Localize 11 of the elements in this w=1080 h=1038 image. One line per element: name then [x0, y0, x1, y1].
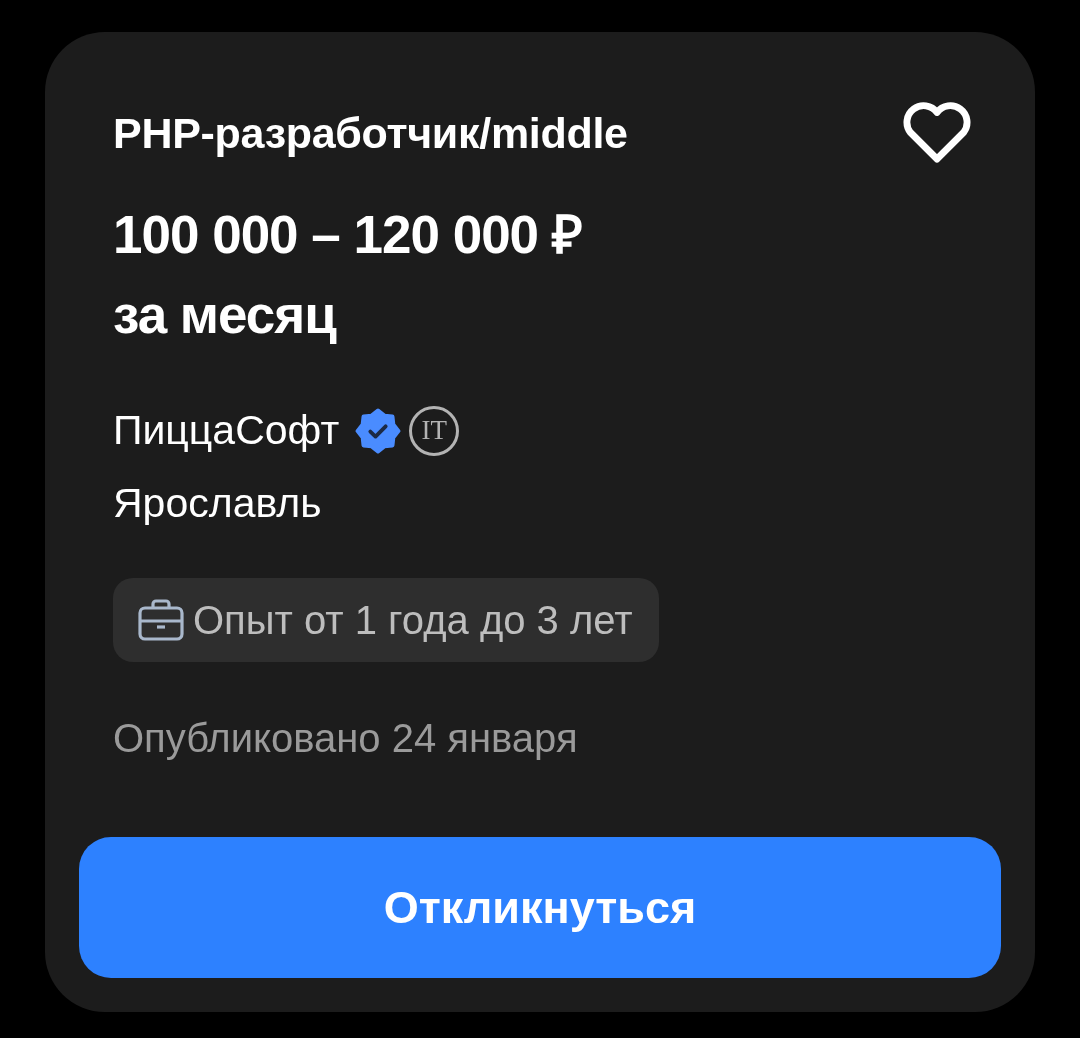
published-date: Опубликовано 24 января: [113, 715, 579, 762]
city-text: Ярославль: [113, 479, 323, 528]
briefcase-icon: [137, 598, 185, 642]
salary-range: 100 000 – 120 000 ₽: [113, 204, 583, 266]
apply-button[interactable]: Откликнуться: [79, 837, 1001, 978]
company-name[interactable]: ПиццаСофт: [113, 401, 340, 460]
it-badge: IT: [409, 405, 460, 456]
vacancy-title: PHP-разработчик/middle: [113, 108, 628, 159]
heart-icon[interactable]: [903, 101, 971, 165]
salary-period: за месяц: [113, 284, 338, 346]
experience-text: Опыт от 1 года до 3 лет: [193, 597, 633, 644]
